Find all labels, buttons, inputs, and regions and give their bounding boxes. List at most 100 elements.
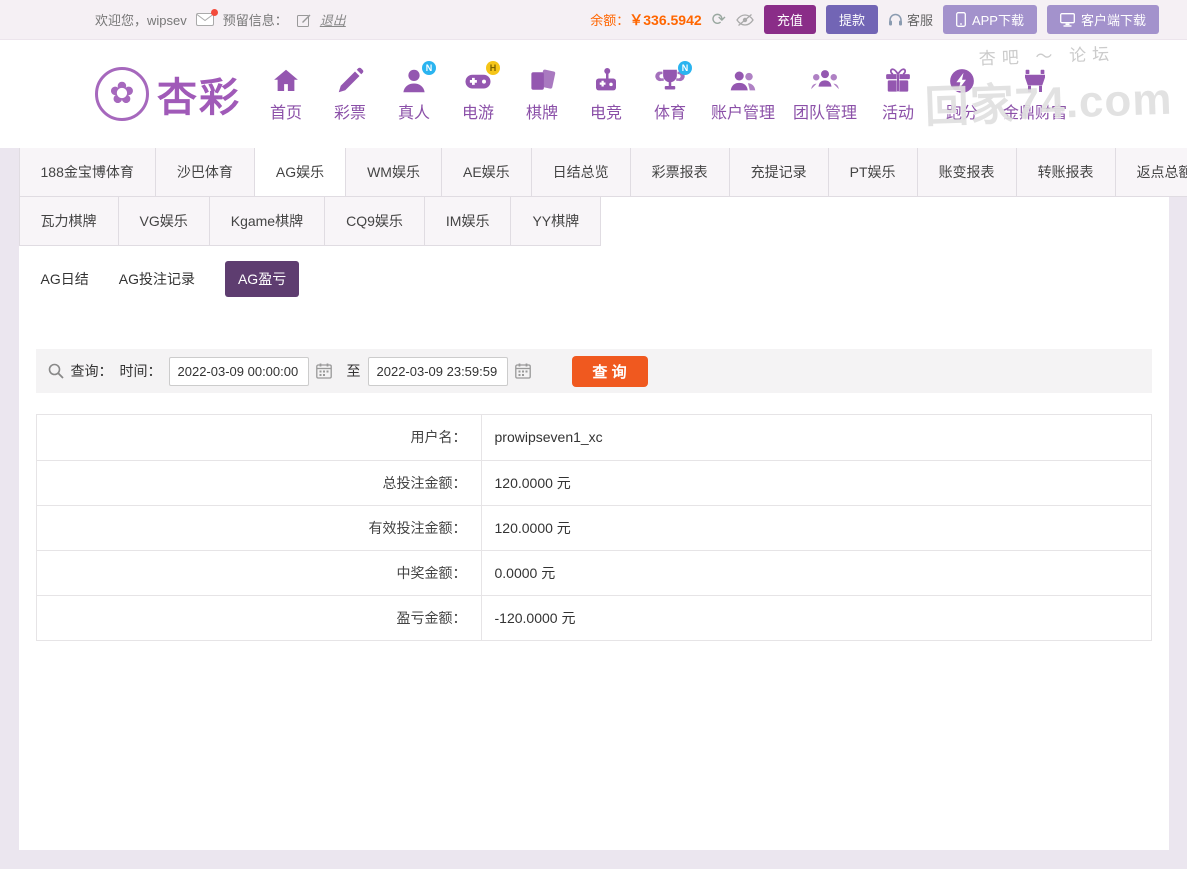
topbar: 欢迎您，wipsev 预留信息： 退出 余额：￥336.5942 ⟳ 充值 提款… [0, 0, 1187, 40]
row-value-username: prowipseven1_xc [494, 429, 603, 445]
app-download-label: APP下载 [971, 13, 1024, 28]
nav-label: 账户管理 [711, 104, 776, 122]
tab-yy-cards[interactable]: YY棋牌 [510, 196, 602, 246]
row-value-total-bet: 120.0000 元 [494, 475, 571, 491]
balance-value: ￥336.5942 [629, 11, 702, 28]
query-label: 查询： [70, 363, 113, 379]
tab-cq9-entertainment[interactable]: CQ9娱乐 [324, 196, 425, 246]
start-time-input[interactable] [168, 356, 309, 386]
nav-item-wealth[interactable]: 金鼎财富 [1003, 66, 1067, 123]
row-label-win-amount: 中奖金额： [37, 551, 482, 595]
tab-im-entertainment[interactable]: IM娱乐 [423, 196, 512, 246]
calendar-icon-end[interactable] [514, 363, 531, 379]
edit-icon[interactable] [296, 13, 311, 27]
logo-nav-bar: ✿ 杏彩 首页 彩票 N 真人 H 电游 棋牌 电竞 N 体育 账户管理 团队管… [0, 40, 1187, 148]
balance-label: 余额： [590, 12, 630, 28]
nav-label: 首页 [269, 104, 302, 122]
table-row: 有效投注金额： 120.0000 元 [36, 505, 1151, 550]
monitor-icon [1060, 12, 1075, 27]
tab-188jinbaobo-sports[interactable]: 188金宝博体育 [18, 147, 156, 197]
tabs-row-2: 瓦力棋牌 VG娱乐 Kgame棋牌 CQ9娱乐 IM娱乐 YY棋牌 [18, 196, 1169, 246]
customer-service-link[interactable]: 客服 [888, 10, 933, 29]
live-person-icon: N [399, 60, 436, 96]
headset-icon [888, 13, 903, 27]
tab-account-change-report[interactable]: 账变报表 [916, 147, 1017, 197]
tab-shaba-sports[interactable]: 沙巴体育 [154, 147, 255, 197]
tab-ag-entertainment[interactable]: AG娱乐 [253, 147, 347, 197]
row-label-valid-bet: 有效投注金额： [37, 506, 482, 550]
nav-label: 真人 [397, 104, 430, 122]
mail-icon[interactable] [195, 9, 218, 26]
main-nav: 首页 彩票 N 真人 H 电游 棋牌 电竞 N 体育 账户管理 团队管理 活动 … [263, 60, 1067, 123]
nav-badge: N [422, 60, 436, 75]
nav-label: 彩票 [333, 104, 366, 122]
egame-icon: H [463, 60, 500, 96]
tab-vg-entertainment[interactable]: VG娱乐 [117, 196, 210, 246]
brand-name: 杏彩 [157, 75, 241, 120]
lottery-icon [335, 66, 365, 96]
tab-wali-cards[interactable]: 瓦力棋牌 [18, 196, 119, 246]
row-value-profit-loss: -120.0000 元 [494, 610, 576, 626]
home-icon [271, 66, 301, 96]
withdraw-button[interactable]: 提款 [825, 5, 878, 34]
gift-icon [883, 66, 913, 96]
subtab-ag-bet-records[interactable]: AG投注记录 [119, 261, 195, 297]
recharge-button[interactable]: 充值 [763, 5, 816, 34]
row-label-profit-loss: 盈亏金额： [37, 596, 482, 640]
refresh-icon[interactable]: ⟳ [712, 11, 726, 28]
table-row: 盈亏金额： -120.0000 元 [36, 595, 1151, 640]
phone-icon [956, 12, 966, 27]
tab-transfer-report[interactable]: 转账报表 [1015, 147, 1116, 197]
nav-item-lottery[interactable]: 彩票 [327, 66, 373, 123]
nav-badge: N [678, 60, 692, 75]
subtabs: AG日结 AG投注记录 AG盈亏 [19, 246, 1169, 297]
to-label: 至 [346, 363, 361, 379]
tab-ae-entertainment[interactable]: AE娱乐 [440, 147, 532, 197]
nav-label: 电游 [461, 104, 494, 122]
topbar-right: 余额：￥336.5942 ⟳ 充值 提款 客服 APP下载 客户端下载 [590, 5, 1159, 34]
wealth-icon [1020, 66, 1050, 96]
sports-icon: N [655, 60, 692, 96]
nav-label: 体育 [653, 104, 686, 122]
team-icon [810, 66, 840, 96]
brand-logo-icon: ✿ [95, 67, 149, 121]
nav-label: 金鼎财富 [1003, 104, 1068, 122]
nav-item-cards[interactable]: 棋牌 [519, 66, 565, 123]
logout-link[interactable]: 退出 [320, 10, 346, 29]
nav-item-egame[interactable]: H 电游 [455, 60, 501, 123]
tab-kgame-cards[interactable]: Kgame棋牌 [208, 196, 326, 246]
score-icon [947, 66, 977, 96]
tab-daily-summary[interactable]: 日结总览 [530, 147, 631, 197]
nav-item-account[interactable]: 账户管理 [711, 66, 775, 123]
end-time-input[interactable] [367, 356, 508, 386]
brand-logo[interactable]: ✿ 杏彩 [95, 65, 241, 123]
nav-item-promotions[interactable]: 活动 [875, 66, 921, 123]
content-panel: 188金宝博体育 沙巴体育 AG娱乐 WM娱乐 AE娱乐 日结总览 彩票报表 充… [18, 147, 1187, 850]
nav-item-esports[interactable]: 电竞 [583, 66, 629, 123]
table-row: 用户名： prowipseven1_xc [37, 415, 1151, 460]
client-download-button[interactable]: 客户端下载 [1046, 5, 1159, 34]
tab-rebate-total[interactable]: 返点总额 [1114, 147, 1187, 197]
nav-item-live[interactable]: N 真人 [391, 60, 437, 123]
subtab-ag-daily[interactable]: AG日结 [41, 261, 89, 297]
tab-wm-entertainment[interactable]: WM娱乐 [345, 147, 442, 197]
eye-off-icon[interactable] [736, 13, 754, 27]
nav-label: 棋牌 [525, 104, 558, 122]
calendar-icon-start[interactable] [315, 363, 332, 379]
nav-item-home[interactable]: 首页 [263, 66, 309, 123]
subtab-ag-profit-loss[interactable]: AG盈亏 [224, 261, 300, 297]
tab-deposit-withdraw-records[interactable]: 充提记录 [728, 147, 829, 197]
nav-item-sports[interactable]: N 体育 [647, 60, 693, 123]
nav-item-team[interactable]: 团队管理 [793, 66, 857, 123]
nav-item-score[interactable]: 跑分 [939, 66, 985, 123]
query-button[interactable]: 查 询 [571, 355, 648, 387]
tab-lottery-report[interactable]: 彩票报表 [629, 147, 730, 197]
table-row: 中奖金额： 0.0000 元 [36, 550, 1151, 595]
tabs-row-1: 188金宝博体育 沙巴体育 AG娱乐 WM娱乐 AE娱乐 日结总览 彩票报表 充… [18, 147, 1187, 197]
nav-label: 团队管理 [793, 104, 858, 122]
customer-service-label: 客服 [906, 13, 933, 28]
app-download-button[interactable]: APP下载 [942, 5, 1037, 34]
nav-label: 电竞 [589, 104, 622, 122]
search-icon [48, 363, 64, 379]
tab-pt-entertainment[interactable]: PT娱乐 [827, 147, 918, 197]
